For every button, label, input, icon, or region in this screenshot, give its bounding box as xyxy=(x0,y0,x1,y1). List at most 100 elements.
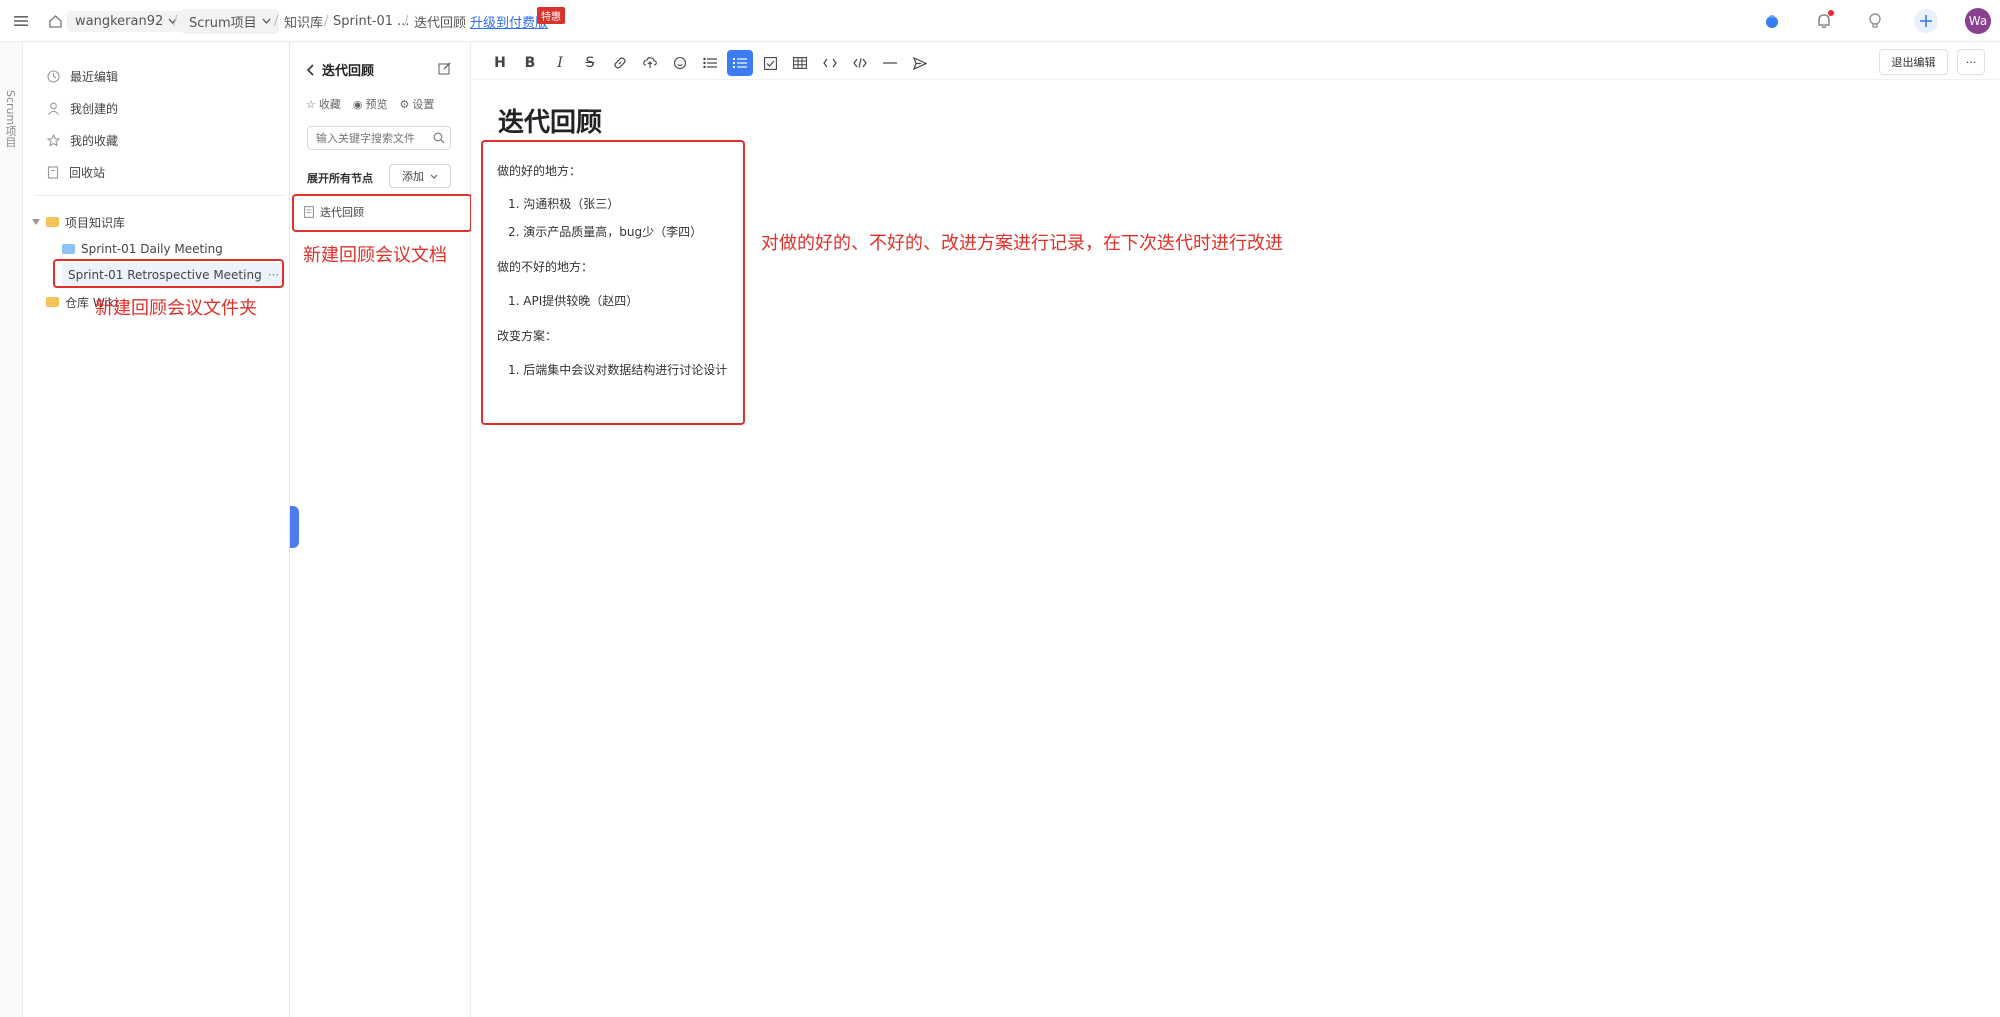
sidebar-item-created[interactable]: 我创建的 xyxy=(47,97,118,119)
star-icon xyxy=(47,133,60,147)
editor: H B I S 退出编辑 ··· 迭代回顾 做的好的地方： 1. 沟通积极（张三… xyxy=(471,42,2000,1017)
more-button[interactable]: ··· xyxy=(1957,49,1985,75)
breadcrumb-sprint[interactable]: Sprint-01 ... xyxy=(333,0,410,42)
caret-down-icon xyxy=(32,219,40,225)
wiki-icon xyxy=(46,297,59,307)
favorite-button[interactable]: ☆ 收藏 xyxy=(306,96,341,112)
sidebar-item-favorites[interactable]: 我的收藏 xyxy=(47,129,118,151)
settings-button[interactable]: ⚙ 设置 xyxy=(399,96,434,112)
breadcrumb-separator: / xyxy=(173,13,178,29)
content-highlight-box xyxy=(481,140,745,425)
project-select[interactable]: Scrum项目 xyxy=(181,0,279,42)
notification-dot xyxy=(1828,10,1834,16)
annotation-doc: 新建回顾会议文档 xyxy=(303,245,447,266)
collapse-panel-handle[interactable] xyxy=(290,506,299,548)
sidebar-item-label: 我的收藏 xyxy=(70,133,119,148)
workspace-name: wangkeran92 xyxy=(75,13,164,29)
bold-icon[interactable]: B xyxy=(517,50,543,76)
annotation-folder: 新建回顾会议文件夹 xyxy=(95,298,257,319)
menu-icon[interactable] xyxy=(14,0,28,42)
tree-item-label: Sprint-01 Daily Meeting xyxy=(81,242,223,256)
new-doc-icon[interactable] xyxy=(438,62,451,79)
gear-icon: ⚙ xyxy=(399,97,410,111)
table-icon[interactable] xyxy=(787,50,813,76)
settings-label: 设置 xyxy=(412,98,435,111)
sidebar-divider xyxy=(35,195,285,196)
sidebar-item-label: 我创建的 xyxy=(70,101,119,116)
expand-all-nodes[interactable]: 展开所有节点 xyxy=(307,170,373,186)
user-icon xyxy=(48,102,59,115)
change-heading[interactable]: 改变方案： xyxy=(497,327,557,344)
breadcrumb-separator: / xyxy=(274,13,279,29)
sidebar: 最近编辑 我创建的 我的收藏 回收站 项目知识库 Sprint-01 Daily… xyxy=(23,42,290,1017)
inline-code-icon[interactable] xyxy=(817,50,843,76)
italic-icon[interactable]: I xyxy=(547,50,573,76)
breadcrumb-separator: / xyxy=(404,13,409,29)
folder-highlight-box xyxy=(53,259,284,288)
chevron-down-icon xyxy=(262,18,271,24)
tree-item-daily-meeting[interactable]: Sprint-01 Daily Meeting xyxy=(62,237,223,261)
list-item[interactable]: 1. 后端集中会议对数据结构进行讨论设计 xyxy=(508,361,727,378)
annotation-content: 对做的好的、不好的、改进方案进行记录，在下次迭代时进行改进 xyxy=(761,233,1283,254)
preview-button[interactable]: ◉ 预览 xyxy=(353,96,388,112)
folder-icon xyxy=(62,244,75,254)
doc-panel-actions: ☆ 收藏 ◉ 预览 ⚙ 设置 xyxy=(306,96,434,112)
sidebar-item-recent[interactable]: 最近编辑 xyxy=(47,65,118,87)
home-icon[interactable] xyxy=(49,0,62,42)
doc-panel-title: 迭代回顾 xyxy=(322,64,375,79)
strikethrough-icon[interactable]: S xyxy=(577,50,603,76)
chevron-down-icon xyxy=(430,174,438,179)
top-bar: wangkeran92 / Scrum项目 / 知识库 / Sprint-01 … xyxy=(0,0,2000,42)
sidebar-item-trash[interactable]: 回收站 xyxy=(47,161,105,183)
list-item[interactable]: 2. 演示产品质量高，bug少（李四） xyxy=(508,223,702,240)
breadcrumb-separator: / xyxy=(324,13,329,29)
back-arrow-icon[interactable] xyxy=(306,63,314,76)
eye-icon: ◉ xyxy=(352,97,363,111)
preview-label: 预览 xyxy=(365,98,388,111)
trash-icon xyxy=(47,165,59,179)
add-button[interactable]: 添加 xyxy=(389,164,451,188)
send-icon[interactable] xyxy=(907,50,933,76)
lightbulb-icon[interactable] xyxy=(1863,9,1887,33)
search-icon[interactable] xyxy=(433,132,445,148)
star-icon: ☆ xyxy=(306,97,316,111)
bad-heading[interactable]: 做的不好的地方： xyxy=(497,258,593,275)
list-item[interactable]: 1. API提供较晚（赵四） xyxy=(508,292,638,309)
breadcrumb-current-doc: 迭代回顾 xyxy=(414,15,467,31)
workspace-select[interactable]: wangkeran92 xyxy=(67,0,186,42)
plus-icon[interactable] xyxy=(1914,9,1938,33)
upload-icon[interactable] xyxy=(637,50,663,76)
link-icon[interactable] xyxy=(607,50,633,76)
doc-panel: 迭代回顾 ☆收藏 ◉预览 ⚙设置 展开所有节点 添加 迭代回顾 xyxy=(290,42,471,1017)
user-avatar[interactable]: Wa xyxy=(1965,8,1991,34)
tree-item-project-kb[interactable]: 项目知识库 xyxy=(32,210,125,234)
project-strip: Scrum项目 xyxy=(0,42,23,1017)
editor-toolbar: H B I S 退出编辑 ··· xyxy=(471,42,2000,80)
heading-icon[interactable]: H xyxy=(487,50,513,76)
code-block-icon[interactable] xyxy=(847,50,873,76)
list-item[interactable]: 1. 沟通积极（张三） xyxy=(508,195,619,212)
doc-highlight-box xyxy=(292,194,472,232)
exit-edit-button[interactable]: 退出编辑 xyxy=(1879,49,1948,75)
clock-icon xyxy=(47,69,60,83)
good-heading[interactable]: 做的好的地方： xyxy=(497,162,581,179)
bullet-list-icon[interactable] xyxy=(697,50,723,76)
checkbox-list-icon[interactable] xyxy=(757,50,783,76)
add-button-label: 添加 xyxy=(402,170,424,183)
document-title[interactable]: 迭代回顾 xyxy=(498,102,602,139)
tree-item-label: 项目知识库 xyxy=(65,215,126,230)
favorite-label: 收藏 xyxy=(318,98,341,111)
emoji-icon[interactable] xyxy=(667,50,693,76)
folder-icon xyxy=(46,217,59,227)
project-strip-label[interactable]: Scrum项目 xyxy=(4,90,18,147)
app-logo-icon[interactable] xyxy=(1760,9,1784,33)
sidebar-item-label: 最近编辑 xyxy=(70,69,119,84)
breadcrumb-knowledge-base[interactable]: 知识库 xyxy=(284,0,323,42)
divider-icon[interactable] xyxy=(877,50,903,76)
doc-search-input[interactable] xyxy=(307,126,451,150)
project-name: Scrum项目 xyxy=(189,15,257,31)
sidebar-item-label: 回收站 xyxy=(69,165,106,180)
bell-icon[interactable] xyxy=(1812,9,1836,33)
numbered-list-icon[interactable] xyxy=(727,50,753,76)
promo-badge: 特惠 xyxy=(537,7,565,24)
